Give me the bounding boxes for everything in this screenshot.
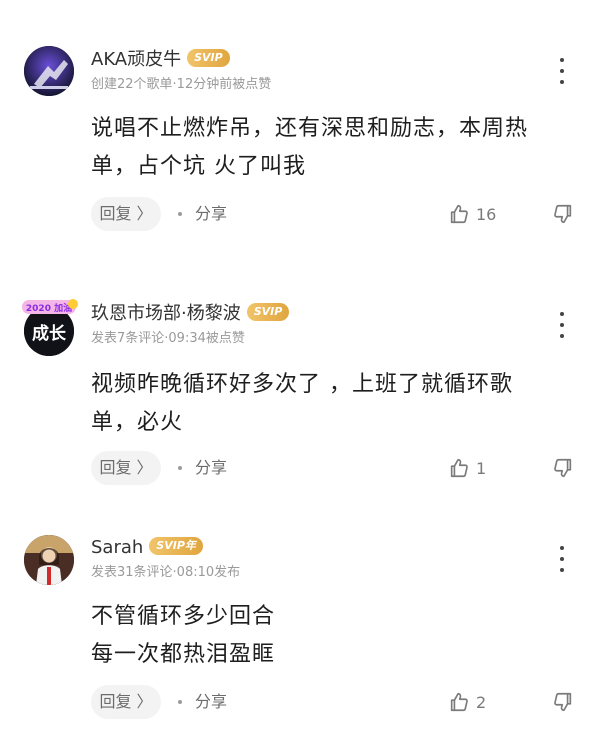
comment-meta: 发表7条评论·09:34被点赞 bbox=[91, 331, 245, 346]
username[interactable]: Sarah SVIP年 bbox=[91, 537, 203, 559]
avatar-main-text: 成长 bbox=[32, 323, 67, 344]
comment-text-line: 单，必火 bbox=[91, 410, 184, 435]
more-options-icon[interactable] bbox=[552, 546, 572, 572]
comment-text-line: 说唱不止燃炸吊，还有深思和励志，本周热 bbox=[91, 116, 529, 141]
reply-button[interactable]: 回复 〉 bbox=[91, 197, 161, 231]
thumbs-up-icon bbox=[450, 458, 468, 478]
comment-text: 视频昨晚循环好多次了 ，上班了就循环歌 单，必火 bbox=[91, 366, 571, 442]
svip-badge: SVIP bbox=[246, 303, 290, 321]
username[interactable]: 玖恩市场部·杨黎波 SVIP bbox=[91, 303, 290, 325]
like-count: 1 bbox=[476, 458, 487, 478]
comment-meta: 创建22个歌单·12分钟前被点赞 bbox=[91, 77, 272, 92]
reply-button[interactable]: 回复 〉 bbox=[91, 451, 161, 485]
comment-meta: 发表31条评论·08:10发布 bbox=[91, 565, 241, 580]
comment-text: 不管循环多少回合 每一次都热泪盈眶 bbox=[91, 598, 571, 674]
thumbs-down-icon bbox=[554, 204, 572, 224]
like-button[interactable]: 16 bbox=[448, 197, 496, 231]
share-button[interactable]: 分享 bbox=[195, 685, 227, 719]
svip-badge: SVIP bbox=[187, 49, 230, 67]
comment-text-line: 每一次都热泪盈眶 bbox=[91, 642, 276, 667]
like-count: 2 bbox=[476, 692, 487, 712]
avatar-small-text: 2020 加油 bbox=[26, 302, 72, 314]
username-text[interactable]: 玖恩市场部·杨黎波 bbox=[91, 303, 241, 324]
dislike-button[interactable] bbox=[552, 197, 574, 231]
more-options-icon[interactable] bbox=[552, 58, 572, 84]
dislike-button[interactable] bbox=[552, 451, 574, 485]
thumbs-up-icon bbox=[450, 204, 468, 224]
like-button[interactable]: 2 bbox=[448, 685, 486, 719]
comment-text-line: 视频昨晚循环好多次了 ，上班了就循环歌 bbox=[91, 372, 513, 397]
share-button[interactable]: 分享 bbox=[195, 197, 227, 231]
username-text[interactable]: Sarah bbox=[91, 537, 143, 558]
username[interactable]: AKA顽皮牛 SVIP bbox=[91, 49, 230, 71]
comment-text-line: 单，占个坑 火了叫我 bbox=[91, 154, 306, 179]
separator-dot bbox=[178, 212, 182, 216]
like-button[interactable]: 1 bbox=[448, 451, 486, 485]
separator-dot bbox=[178, 700, 182, 704]
thumbs-down-icon bbox=[554, 692, 572, 712]
comment-text: 说唱不止燃炸吊，还有深思和励志，本周热 单，占个坑 火了叫我 bbox=[91, 110, 571, 186]
avatar[interactable] bbox=[24, 46, 74, 96]
comment-text-line: 不管循环多少回合 bbox=[91, 604, 276, 629]
username-text[interactable]: AKA顽皮牛 bbox=[91, 49, 181, 70]
like-count: 16 bbox=[476, 204, 497, 224]
share-button[interactable]: 分享 bbox=[195, 451, 227, 485]
more-options-icon[interactable] bbox=[552, 312, 572, 338]
thumbs-down-icon bbox=[554, 458, 572, 478]
dislike-button[interactable] bbox=[552, 685, 574, 719]
svip-badge: SVIP年 bbox=[149, 537, 203, 555]
avatar[interactable]: 2020 加油 成长 bbox=[22, 299, 78, 356]
reply-button[interactable]: 回复 〉 bbox=[91, 685, 161, 719]
separator-dot bbox=[178, 466, 182, 470]
avatar[interactable] bbox=[24, 535, 74, 585]
thumbs-up-icon bbox=[450, 692, 468, 712]
